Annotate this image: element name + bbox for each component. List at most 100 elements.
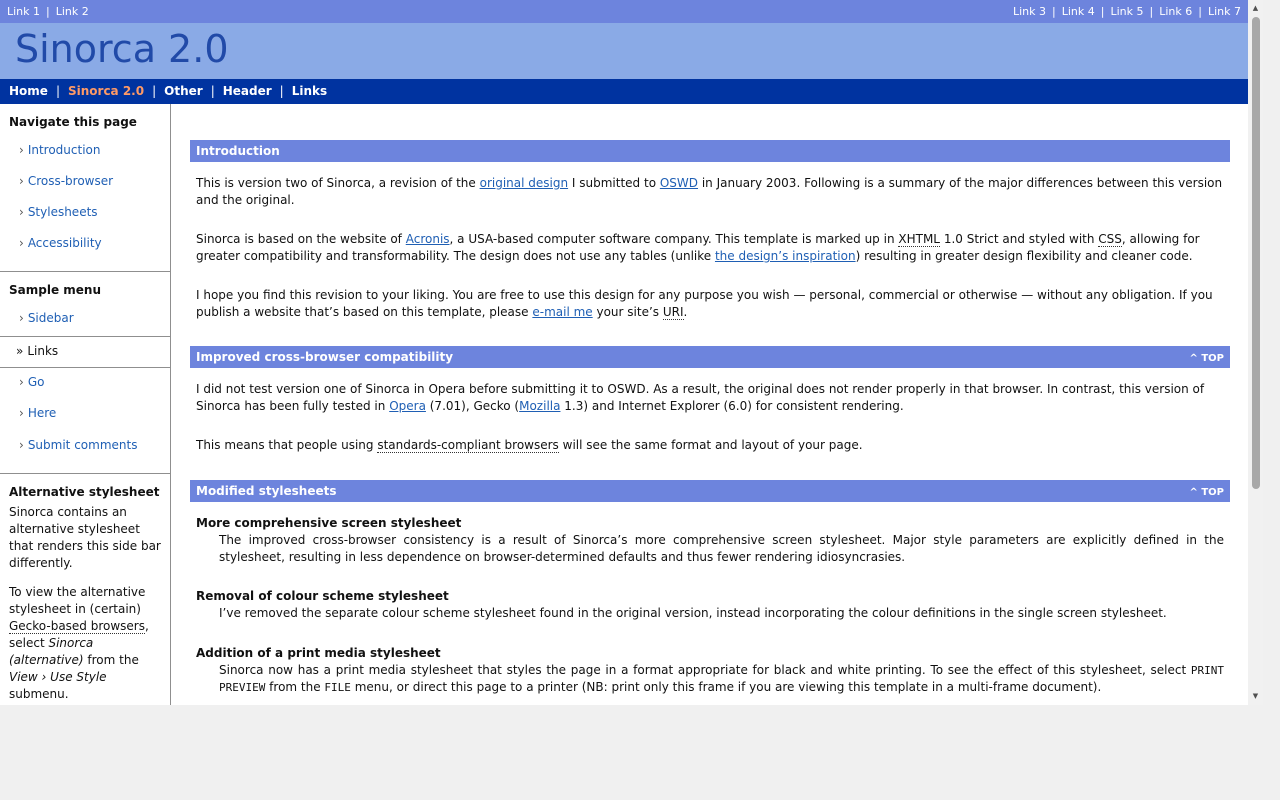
top-sep: |: [1149, 5, 1154, 18]
page-viewport: Link 1 | Link 2 Link 3 | Link 4 | Link 5 | Link …: [0, 0, 1248, 705]
sidebar: Navigate this page › Introduction › Cross-…: [0, 104, 171, 705]
cross-paragraph-2: This means that people using standards-c…: [196, 438, 863, 453]
arrow-icon: ›: [19, 375, 24, 389]
opera-link[interactable]: Opera: [389, 399, 426, 413]
section-cross-browser-header: Improved cross-browser compatibility ^ T…: [190, 346, 1230, 368]
howto-text: To view the alternative stylesheet in (c…: [9, 585, 146, 616]
mozilla-link[interactable]: Mozilla: [519, 399, 560, 413]
intro-paragraph-1: This is version two of Sinorca, a revisi…: [196, 176, 1223, 207]
top-sep: |: [1100, 5, 1105, 18]
email-link[interactable]: e-mail me: [532, 305, 592, 319]
definition-desc: The improved cross-browser consistency i…: [219, 533, 1224, 564]
definition-term: More comprehensive screen stylesheet: [196, 516, 462, 530]
nav-home[interactable]: Home: [9, 84, 48, 98]
sidebar-item-cross-browser[interactable]: › Cross-browser: [0, 174, 113, 188]
main-content: Introduction This is version two of Sino…: [190, 140, 1230, 696]
top-sep: |: [1052, 5, 1056, 18]
top-link-7[interactable]: Link 7: [1208, 5, 1241, 18]
standards-abbr: standards-compliant browsers: [377, 438, 559, 453]
original-design-link[interactable]: original design: [480, 176, 568, 190]
top-sep: |: [46, 5, 50, 18]
sidebar-item-links-active[interactable]: » Links: [0, 336, 170, 368]
arrow-icon: ›: [19, 406, 24, 420]
sidebar-item-label: Stylesheets: [27, 205, 98, 219]
top-link-3[interactable]: Link 3: [1013, 5, 1046, 18]
alt-stylesheet-title: Alternative stylesheet: [9, 485, 160, 499]
xhtml-abbr: XHTML: [898, 232, 940, 247]
nav-other[interactable]: Other: [164, 84, 203, 98]
sidebar-item-label: Links: [27, 344, 59, 358]
section-introduction-header: Introduction: [190, 140, 1230, 162]
nav-links[interactable]: Links: [292, 84, 327, 98]
top-link-2[interactable]: Link 2: [56, 5, 89, 18]
arrow-icon: ›: [19, 205, 24, 219]
top-link-bar: Link 1 | Link 2 Link 3 | Link 4 | Link 5 | Link …: [0, 0, 1248, 23]
nav-sinorca[interactable]: Sinorca 2.0: [68, 84, 144, 98]
definition-desc: Sinorca now has a print media stylesheet…: [219, 663, 1224, 694]
definition-desc: I’ve removed the separate colour scheme …: [219, 606, 1167, 620]
sidebar-item-label: Accessibility: [27, 236, 102, 250]
sidebar-item-accessibility[interactable]: › Accessibility: [0, 236, 102, 250]
sidebar-item-go[interactable]: › Go: [0, 375, 44, 389]
scroll-down-arrow-icon[interactable]: ▼: [1248, 688, 1263, 705]
arrow-icon: ›: [19, 311, 24, 325]
nav-sep: |: [279, 84, 284, 98]
arrow-icon: ›: [19, 174, 24, 188]
arrow-icon: ›: [19, 236, 24, 250]
nav-header[interactable]: Header: [223, 84, 272, 98]
cross-paragraph-1: I did not test version one of Sinorca in…: [196, 382, 1205, 413]
vertical-scrollbar[interactable]: ▲ ▼: [1248, 0, 1263, 705]
nav-sep: |: [210, 84, 215, 98]
design-inspiration-link[interactable]: the design’s inspiration: [715, 249, 856, 263]
section-title: Modified stylesheets: [196, 484, 337, 498]
sidebar-nav-title: Navigate this page: [9, 115, 137, 129]
top-link-4[interactable]: Link 4: [1062, 5, 1095, 18]
section-stylesheets-header: Modified stylesheets ^ TOP: [190, 480, 1230, 502]
sidebar-item-label: Submit comments: [27, 438, 138, 452]
sidebar-item-label: Sidebar: [27, 311, 74, 325]
top-link-6[interactable]: Link 6: [1159, 5, 1192, 18]
sidebar-item-here[interactable]: › Here: [0, 406, 56, 420]
scroll-thumb[interactable]: [1252, 17, 1260, 489]
arrow-icon: ›: [19, 438, 24, 452]
site-header: Sinorca 2.0: [0, 23, 1248, 79]
sidebar-divider: [0, 271, 170, 272]
sidebar-item-label: Go: [27, 375, 45, 389]
howto-text: from the: [87, 653, 139, 667]
section-title: Introduction: [196, 144, 280, 158]
howto-text: submenu.: [9, 687, 69, 701]
sidebar-divider: [0, 473, 170, 474]
oswd-link[interactable]: OSWD: [660, 176, 698, 190]
alt-stylesheet-howto: To view the alternative stylesheet in (c…: [9, 584, 164, 703]
sidebar-item-submit-comments[interactable]: › Submit comments: [0, 438, 137, 452]
top-link-1[interactable]: Link 1: [7, 5, 40, 18]
site-title: Sinorca 2.0: [15, 27, 229, 71]
alt-stylesheet-text: Sinorca contains an alternative styleshe…: [9, 505, 161, 570]
gecko-abbr: Gecko-based browsers: [9, 619, 145, 634]
sidebar-item-stylesheets[interactable]: › Stylesheets: [0, 205, 98, 219]
intro-paragraph-2: Sinorca is based on the website of Acron…: [196, 232, 1200, 263]
definition-term: Removal of colour scheme stylesheet: [196, 589, 449, 603]
menu-path: View › Use Style: [9, 670, 107, 684]
file-menu-text: FILE: [324, 681, 351, 694]
scroll-up-arrow-icon[interactable]: ▲: [1248, 0, 1263, 17]
sidebar-item-label: Introduction: [27, 143, 101, 157]
back-to-top-link[interactable]: ^ TOP: [1189, 350, 1224, 367]
sidebar-item-sidebar[interactable]: › Sidebar: [0, 311, 74, 325]
top-link-5[interactable]: Link 5: [1110, 5, 1143, 18]
double-arrow-icon: »: [16, 344, 24, 358]
acronis-link[interactable]: Acronis: [406, 232, 450, 246]
nav-sep: |: [152, 84, 157, 98]
arrow-icon: ›: [19, 143, 24, 157]
sidebar-item-introduction[interactable]: › Introduction: [0, 143, 100, 157]
intro-paragraph-3: I hope you find this revision to your li…: [196, 288, 1213, 320]
css-abbr: CSS: [1098, 232, 1122, 247]
section-title: Improved cross-browser compatibility: [196, 350, 454, 364]
back-to-top-link[interactable]: ^ TOP: [1189, 484, 1224, 501]
uri-abbr: URI: [662, 305, 684, 320]
main-nav: Home | Sinorca 2.0 | Other | Header | Links: [0, 79, 1248, 104]
nav-sep: |: [55, 84, 60, 98]
top-sep: |: [1198, 5, 1202, 18]
sidebar-item-label: Here: [27, 406, 57, 420]
definition-term: Addition of a print media stylesheet: [196, 646, 441, 660]
